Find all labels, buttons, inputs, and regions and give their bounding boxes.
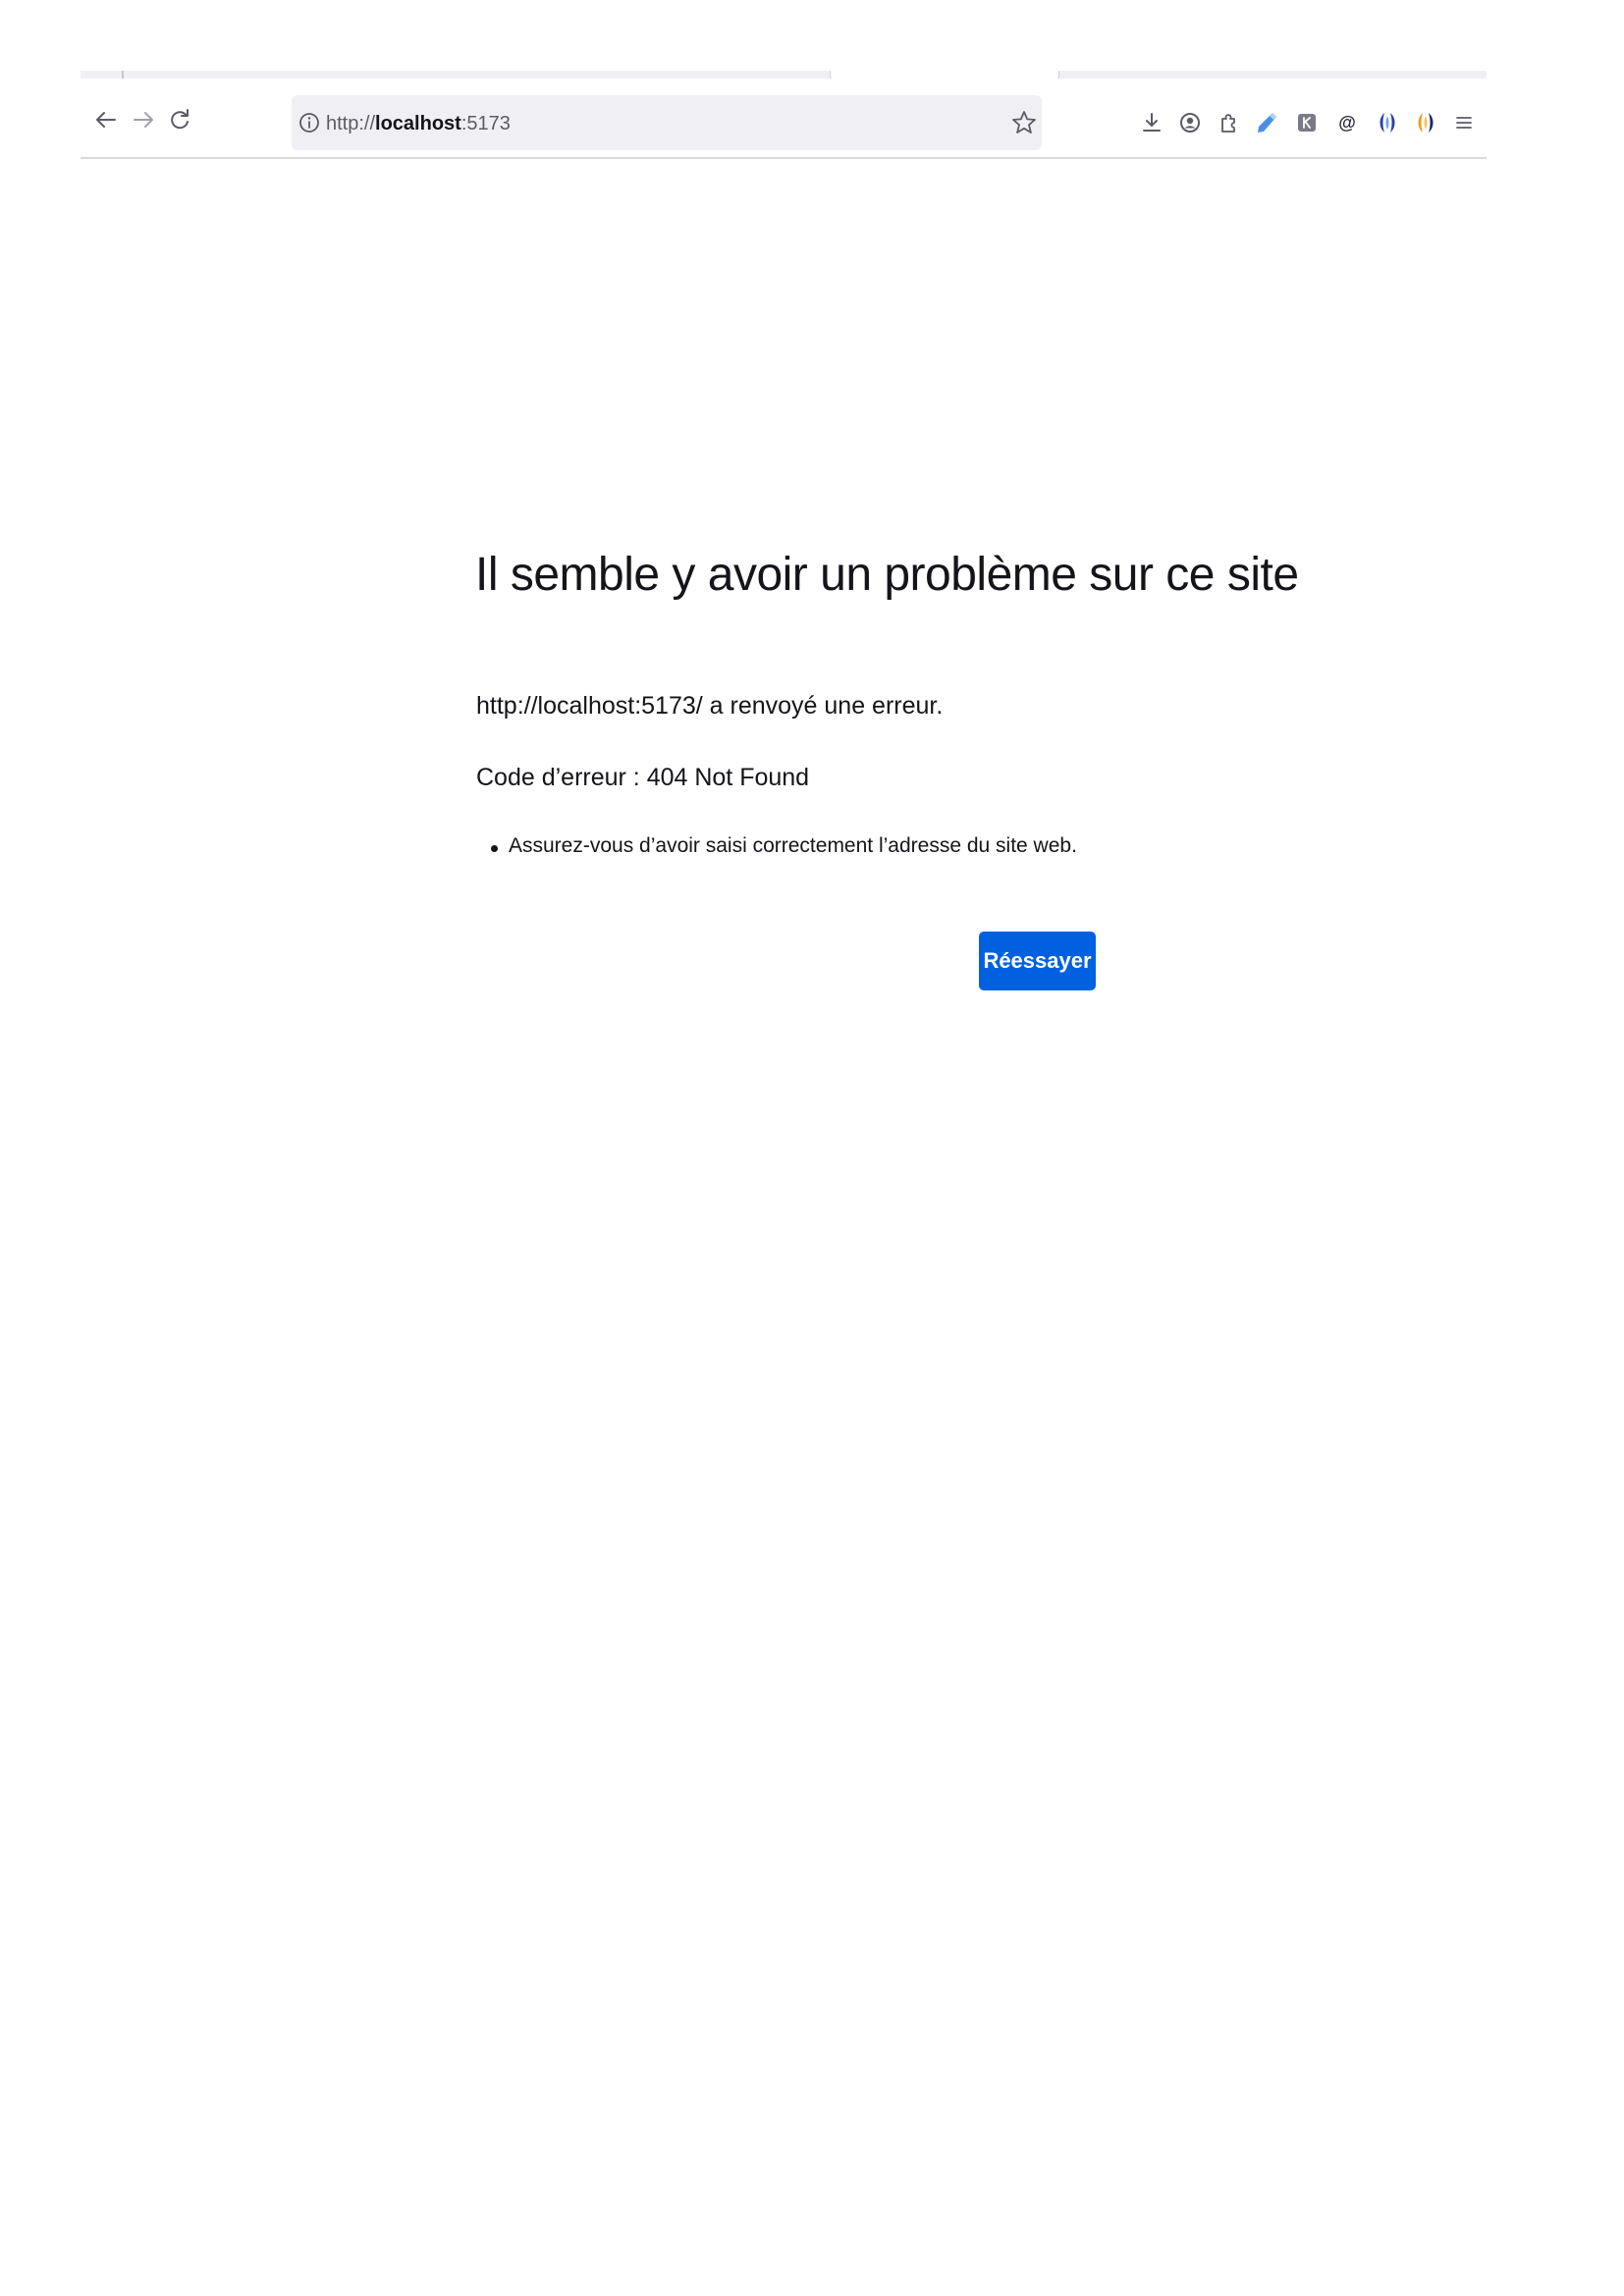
pen-extension-button[interactable] <box>1252 108 1281 137</box>
reload-icon <box>171 109 189 130</box>
suggestion-list: Assurez-vous d’avoir saisi correctement … <box>491 834 1077 858</box>
reload-button[interactable] <box>164 104 195 135</box>
browser-window: http://localhost:5173 @ Il semble y avoi… <box>0 0 1624 2296</box>
back-arrow-icon <box>96 112 116 128</box>
error-title: Il semble y avoir un problème sur ce sit… <box>475 549 1299 601</box>
url-port: :5173 <box>460 113 511 134</box>
bookmark-star-icon[interactable] <box>1009 108 1039 137</box>
downloads-button[interactable] <box>1137 108 1166 137</box>
account-icon <box>1180 113 1200 133</box>
orange-drop-extension-icon <box>1418 113 1434 133</box>
menu-button[interactable] <box>1449 108 1479 137</box>
downloads-icon <box>1143 113 1161 132</box>
blue-drop-extension-icon <box>1380 113 1395 133</box>
svg-text:@: @ <box>1338 113 1356 133</box>
url-host: localhost <box>375 113 461 134</box>
url-text[interactable]: http://localhost:5173 <box>326 110 511 137</box>
forward-button[interactable] <box>128 104 159 135</box>
pen-extension-icon <box>1258 113 1276 133</box>
at-extension-button[interactable]: @ <box>1332 108 1362 137</box>
extensions-icon <box>1221 114 1235 133</box>
k-extension-icon <box>1298 114 1316 132</box>
orange-drop-extension-button[interactable] <box>1411 108 1440 137</box>
back-button[interactable] <box>90 104 122 135</box>
url-scheme: http:// <box>326 113 376 134</box>
error-message: http://localhost:5173/ a renvoyé une err… <box>476 692 944 720</box>
account-button[interactable] <box>1175 108 1205 137</box>
retry-button[interactable]: Réessayer <box>979 932 1096 990</box>
error-code: Code d’erreur : 404 Not Found <box>476 764 810 791</box>
extensions-button[interactable] <box>1214 108 1243 137</box>
menu-icon <box>1456 117 1472 129</box>
at-extension-icon: @ <box>1337 113 1357 133</box>
k-extension-button[interactable] <box>1292 108 1322 137</box>
blue-drop-extension-button[interactable] <box>1373 108 1402 137</box>
suggestion-item: Assurez-vous d’avoir saisi correctement … <box>491 834 1077 858</box>
forward-arrow-icon <box>134 112 153 128</box>
site-info-icon[interactable] <box>298 111 321 134</box>
tab-strip <box>81 71 1487 79</box>
